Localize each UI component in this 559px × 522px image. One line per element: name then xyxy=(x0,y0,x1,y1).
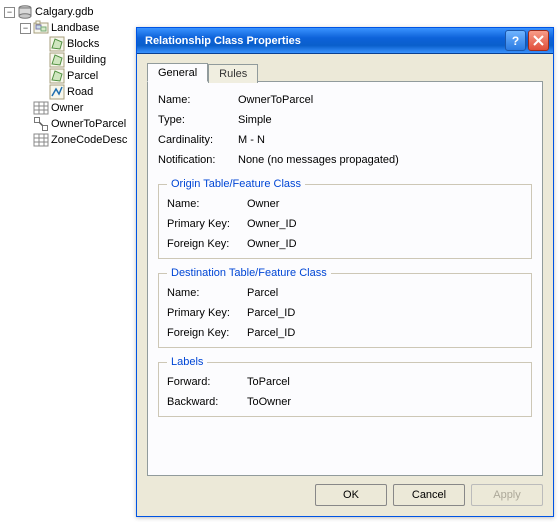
collapse-icon[interactable]: − xyxy=(20,23,31,34)
ok-button[interactable]: OK xyxy=(315,484,387,506)
tab-panel-general: Name:OwnerToParcel Type:Simple Cardinali… xyxy=(147,82,543,476)
field-value: M - N xyxy=(238,134,265,146)
dialog-client: General Rules Name:OwnerToParcel Type:Si… xyxy=(137,54,553,516)
collapse-icon[interactable]: − xyxy=(4,7,15,18)
field-label: Primary Key: xyxy=(167,307,247,319)
dialog-title: Relationship Class Properties xyxy=(145,35,503,47)
field-value: Owner xyxy=(247,198,279,210)
field-label: Name: xyxy=(167,287,247,299)
field-label: Primary Key: xyxy=(167,218,247,230)
tree-label: OwnerToParcel xyxy=(51,118,126,130)
tree-label: Landbase xyxy=(51,22,99,34)
tree-label: Building xyxy=(67,54,106,66)
cancel-button[interactable]: Cancel xyxy=(393,484,465,506)
help-button[interactable]: ? xyxy=(505,30,526,51)
field-value: Simple xyxy=(238,114,272,126)
group-legend: Labels xyxy=(167,356,207,368)
group-legend: Destination Table/Feature Class xyxy=(167,267,331,279)
group-legend: Origin Table/Feature Class xyxy=(167,178,305,190)
tree-label: Blocks xyxy=(67,38,99,50)
field-label: Name: xyxy=(167,198,247,210)
dialog-buttons: OK Cancel Apply xyxy=(147,476,543,506)
tree-item-featureclass[interactable]: Blocks xyxy=(36,36,144,52)
field-value: ToParcel xyxy=(247,376,290,388)
tree-item-table[interactable]: Owner xyxy=(20,100,144,116)
tab-rules[interactable]: Rules xyxy=(208,64,258,83)
field-value: None (no messages propagated) xyxy=(238,154,399,166)
tree-item-domain[interactable]: ZoneCodeDesc xyxy=(20,132,144,148)
field-label: Name: xyxy=(158,94,238,106)
tab-strip: General Rules xyxy=(147,62,543,82)
field-label: Cardinality: xyxy=(158,134,238,146)
group-destination: Destination Table/Feature Class Name:Par… xyxy=(158,267,532,348)
catalog-tree: − Calgary.gdb − Landbase Blocks xyxy=(4,4,144,148)
field-label: Backward: xyxy=(167,396,247,408)
geodatabase-icon xyxy=(17,4,33,20)
tree-label: Parcel xyxy=(67,70,98,82)
apply-button: Apply xyxy=(471,484,543,506)
group-origin: Origin Table/Feature Class Name:Owner Pr… xyxy=(158,178,532,259)
tree-item-dataset[interactable]: − Landbase xyxy=(20,20,144,36)
tab-general[interactable]: General xyxy=(147,63,208,82)
properties-dialog: Relationship Class Properties ? General … xyxy=(136,27,554,517)
tree-label: Calgary.gdb xyxy=(35,6,94,18)
field-value: Parcel_ID xyxy=(247,327,295,339)
field-value: Parcel xyxy=(247,287,278,299)
polygon-fc-icon xyxy=(49,36,65,52)
polygon-fc-icon xyxy=(49,52,65,68)
field-label: Notification: xyxy=(158,154,238,166)
tree-item-featureclass[interactable]: Building xyxy=(36,52,144,68)
tree-item-relationship[interactable]: OwnerToParcel xyxy=(20,116,144,132)
field-value: Owner_ID xyxy=(247,238,297,250)
field-value: OwnerToParcel xyxy=(238,94,313,106)
polygon-fc-icon xyxy=(49,68,65,84)
close-button[interactable] xyxy=(528,30,549,51)
field-label: Foreign Key: xyxy=(167,238,247,250)
field-label: Foreign Key: xyxy=(167,327,247,339)
line-fc-icon xyxy=(49,84,65,100)
field-label: Type: xyxy=(158,114,238,126)
tree-label: Road xyxy=(67,86,93,98)
relationship-class-icon xyxy=(33,116,49,132)
tree-item-gdb[interactable]: − Calgary.gdb xyxy=(4,4,144,20)
table-icon xyxy=(33,132,49,148)
tree-label: Owner xyxy=(51,102,83,114)
feature-dataset-icon xyxy=(33,20,49,36)
title-bar[interactable]: Relationship Class Properties ? xyxy=(137,28,553,54)
field-value: Owner_ID xyxy=(247,218,297,230)
field-value: Parcel_ID xyxy=(247,307,295,319)
tree-item-featureclass[interactable]: Parcel xyxy=(36,68,144,84)
field-label: Forward: xyxy=(167,376,247,388)
table-icon xyxy=(33,100,49,116)
tree-label: ZoneCodeDesc xyxy=(51,134,127,146)
field-value: ToOwner xyxy=(247,396,291,408)
tree-item-featureclass[interactable]: Road xyxy=(36,84,144,100)
group-labels: Labels Forward:ToParcel Backward:ToOwner xyxy=(158,356,532,417)
